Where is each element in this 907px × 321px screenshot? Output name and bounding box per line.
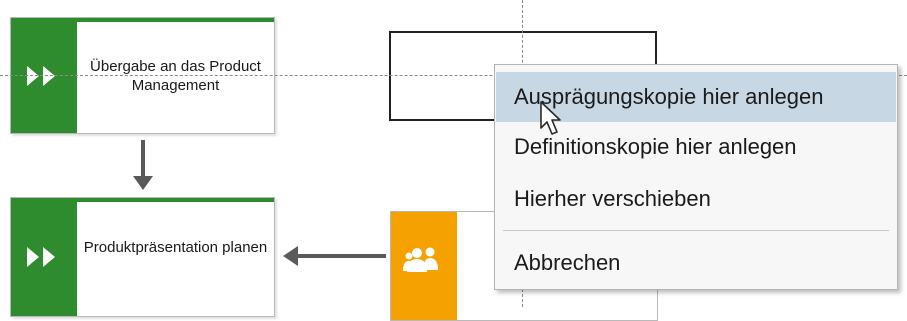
mouse-pointer-icon bbox=[540, 101, 561, 135]
menu-item-move-here[interactable]: Hierher verschieben bbox=[496, 174, 896, 224]
menu-separator bbox=[503, 230, 889, 231]
connector-arrow-left[interactable] bbox=[283, 246, 386, 266]
drop-context-menu: Ausprägungskopie hier anlegen Definition… bbox=[494, 64, 898, 290]
connector-arrow-down[interactable] bbox=[133, 140, 153, 190]
menu-item-cancel[interactable]: Abbrechen bbox=[496, 238, 896, 288]
